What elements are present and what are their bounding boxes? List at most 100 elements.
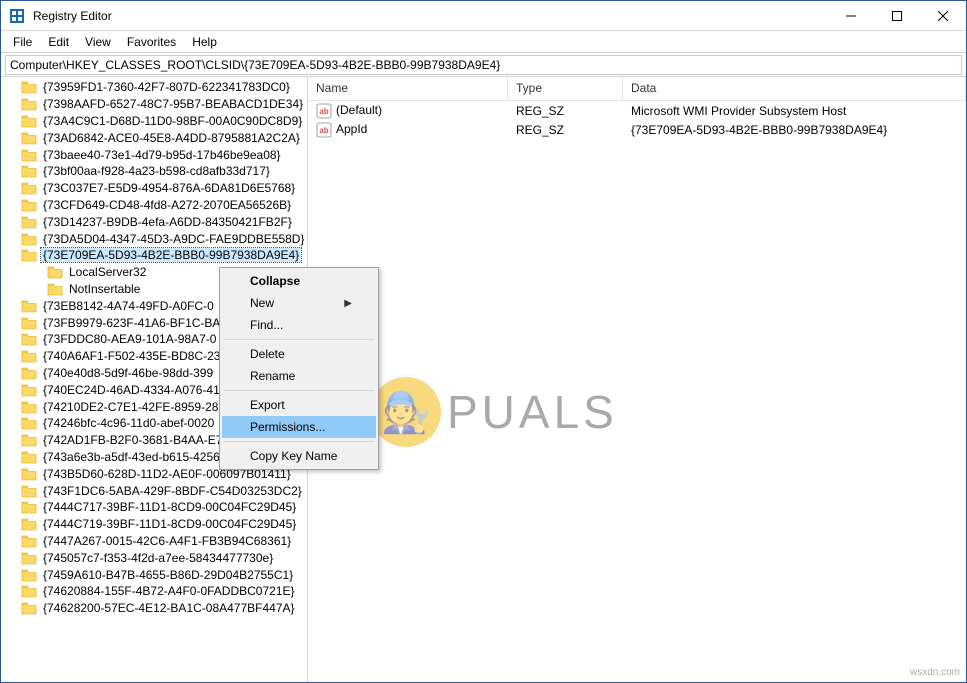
col-header-type[interactable]: Type xyxy=(508,77,623,100)
menu-file[interactable]: File xyxy=(5,33,40,51)
folder-icon xyxy=(21,534,37,548)
tree-item-label: LocalServer32 xyxy=(67,265,148,279)
context-item-label: New xyxy=(250,296,274,310)
tree-item[interactable]: {73bf00aa-f928-4a23-b598-cd8afb33d717} xyxy=(1,163,307,180)
cell-name: AppId xyxy=(308,121,508,139)
context-item-export[interactable]: Export xyxy=(222,394,376,416)
menu-edit[interactable]: Edit xyxy=(40,33,77,51)
context-item-label: Find... xyxy=(250,318,283,332)
tree-item[interactable]: {7444C717-39BF-11D1-8CD9-00C04FC29D45} xyxy=(1,499,307,516)
context-item-new[interactable]: New ▶ xyxy=(222,292,376,314)
tree-item-label: {7447A267-0015-42C6-A4F1-FB3B94C68361} xyxy=(41,534,293,548)
tree-item-label: {73A4C9C1-D68D-11D0-98BF-00A0C90DC8D9} xyxy=(41,114,304,128)
col-header-name[interactable]: Name xyxy=(308,77,508,100)
menubar: FileEditViewFavoritesHelp xyxy=(1,31,966,53)
maximize-button[interactable] xyxy=(874,1,920,31)
context-item-copy-key-name[interactable]: Copy Key Name xyxy=(222,445,376,467)
minimize-button[interactable] xyxy=(828,1,874,31)
folder-icon xyxy=(21,198,37,212)
context-item-collapse[interactable]: Collapse xyxy=(222,270,376,292)
folder-icon xyxy=(21,383,37,397)
folder-icon xyxy=(21,551,37,565)
registry-editor-window: Registry Editor FileEditViewFavoritesHel… xyxy=(0,0,967,683)
folder-icon xyxy=(21,601,37,615)
list-pane[interactable]: Name Type Data (Default)REG_SZMicrosoft … xyxy=(308,77,966,682)
folder-icon xyxy=(21,332,37,346)
cell-type: REG_SZ xyxy=(508,103,623,119)
tree-item[interactable]: {73CFD649-CD48-4fd8-A272-2070EA56526B} xyxy=(1,197,307,214)
tree-item-label: {73E709EA-5D93-4B2E-BBB0-99B7938DA9E4} xyxy=(41,248,301,262)
tree-item[interactable]: {74620884-155F-4B72-A4F0-0FADDBC0721E} xyxy=(1,583,307,600)
context-item-permissions[interactable]: Permissions... xyxy=(222,416,376,438)
list-row[interactable]: (Default)REG_SZMicrosoft WMI Provider Su… xyxy=(308,101,966,120)
tree-item-label: {740EC24D-46AD-4334-A076-41 xyxy=(41,383,222,397)
minimize-icon xyxy=(846,11,856,21)
cell-name: (Default) xyxy=(308,102,508,120)
list-row[interactable]: AppIdREG_SZ{73E709EA-5D93-4B2E-BBB0-99B7… xyxy=(308,120,966,139)
tree-item[interactable]: {743F1DC6-5ABA-429F-8BDF-C54D03253DC2} xyxy=(1,482,307,499)
maximize-icon xyxy=(892,11,902,21)
tree-item-label: {73baee40-73e1-4d79-b95d-17b46be9ea08} xyxy=(41,148,283,162)
tree-item-label: {740e40d8-5d9f-46be-98dd-399 xyxy=(41,366,215,380)
tree-item[interactable]: {73C037E7-E5D9-4954-876A-6DA81D6E5768} xyxy=(1,180,307,197)
folder-icon xyxy=(21,416,37,430)
tree-item-label: {73FB9979-623F-41A6-BF1C-BA xyxy=(41,316,222,330)
menu-help[interactable]: Help xyxy=(184,33,225,51)
context-item-label: Collapse xyxy=(250,274,300,288)
context-item-delete[interactable]: Delete xyxy=(222,343,376,365)
tree-item[interactable]: {73AD6842-ACE0-45E8-A4DD-8795881A2C2A} xyxy=(1,129,307,146)
tree-item[interactable]: {73E709EA-5D93-4B2E-BBB0-99B7938DA9E4} xyxy=(1,247,307,264)
tree-item[interactable]: {73D14237-B9DB-4efa-A6DD-84350421FB2F} xyxy=(1,213,307,230)
context-item-find[interactable]: Find... xyxy=(222,314,376,336)
tree-item[interactable]: {73baee40-73e1-4d79-b95d-17b46be9ea08} xyxy=(1,146,307,163)
folder-icon xyxy=(21,467,37,481)
tree-item-label: {74620884-155F-4B72-A4F0-0FADDBC0721E} xyxy=(41,584,297,598)
tree-item-label: {7459A610-B47B-4655-B86D-29D04B2755C1} xyxy=(41,568,295,582)
folder-icon xyxy=(21,500,37,514)
menu-view[interactable]: View xyxy=(77,33,119,51)
folder-icon xyxy=(21,164,37,178)
close-button[interactable] xyxy=(920,1,966,31)
folder-icon xyxy=(21,215,37,229)
tree-item-label: {740A6AF1-F502-435E-BD8C-23 xyxy=(41,349,222,363)
folder-icon xyxy=(21,568,37,582)
tree-item[interactable]: {73959FD1-7360-42F7-807D-622341783DC0} xyxy=(1,79,307,96)
context-item-rename[interactable]: Rename xyxy=(222,365,376,387)
close-icon xyxy=(938,11,948,21)
folder-icon xyxy=(21,97,37,111)
tree-item-label: {74628200-57EC-4E12-BA1C-08A477BF447A} xyxy=(41,601,297,615)
tree-item[interactable]: {745057c7-f353-4f2d-a7ee-58434477730e} xyxy=(1,549,307,566)
tree-item[interactable]: {73DA5D04-4347-45D3-A9DC-FAE9DDBE558D} xyxy=(1,230,307,247)
context-separator xyxy=(224,441,374,442)
cell-type: REG_SZ xyxy=(508,122,623,138)
context-item-label: Export xyxy=(250,398,285,412)
col-header-data[interactable]: Data xyxy=(623,77,966,100)
tree-item[interactable]: {7459A610-B47B-4655-B86D-29D04B2755C1} xyxy=(1,566,307,583)
submenu-arrow-icon: ▶ xyxy=(344,298,352,309)
folder-icon xyxy=(21,232,37,246)
folder-icon xyxy=(21,316,37,330)
folder-icon xyxy=(21,484,37,498)
folder-icon xyxy=(21,80,37,94)
context-menu: Collapse New ▶ Find... Delete Rename Export Per… xyxy=(219,267,379,470)
folder-icon xyxy=(47,282,63,296)
tree-item[interactable]: {74628200-57EC-4E12-BA1C-08A477BF447A} xyxy=(1,600,307,617)
context-separator xyxy=(224,339,374,340)
tree-item[interactable]: {7444C719-39BF-11D1-8CD9-00C04FC29D45} xyxy=(1,516,307,533)
context-item-label: Rename xyxy=(250,369,295,383)
folder-icon xyxy=(21,114,37,128)
tree-item-label: {74246bfc-4c96-11d0-abef-0020 xyxy=(41,416,216,430)
address-input[interactable] xyxy=(5,55,962,75)
string-value-icon xyxy=(316,122,332,138)
folder-icon xyxy=(21,131,37,145)
tree-item-label: {73CFD649-CD48-4fd8-A272-2070EA56526B} xyxy=(41,198,293,212)
tree-item[interactable]: {7447A267-0015-42C6-A4F1-FB3B94C68361} xyxy=(1,533,307,550)
app-icon xyxy=(9,8,25,24)
tree-item[interactable]: {7398AAFD-6527-48C7-95B7-BEABACD1DE34} xyxy=(1,96,307,113)
footer-watermark: wsxdn.com xyxy=(910,667,960,678)
menu-favorites[interactable]: Favorites xyxy=(119,33,184,51)
folder-icon xyxy=(21,349,37,363)
context-item-label: Permissions... xyxy=(250,420,325,434)
tree-item-label: {73959FD1-7360-42F7-807D-622341783DC0} xyxy=(41,80,292,94)
tree-item[interactable]: {73A4C9C1-D68D-11D0-98BF-00A0C90DC8D9} xyxy=(1,113,307,130)
